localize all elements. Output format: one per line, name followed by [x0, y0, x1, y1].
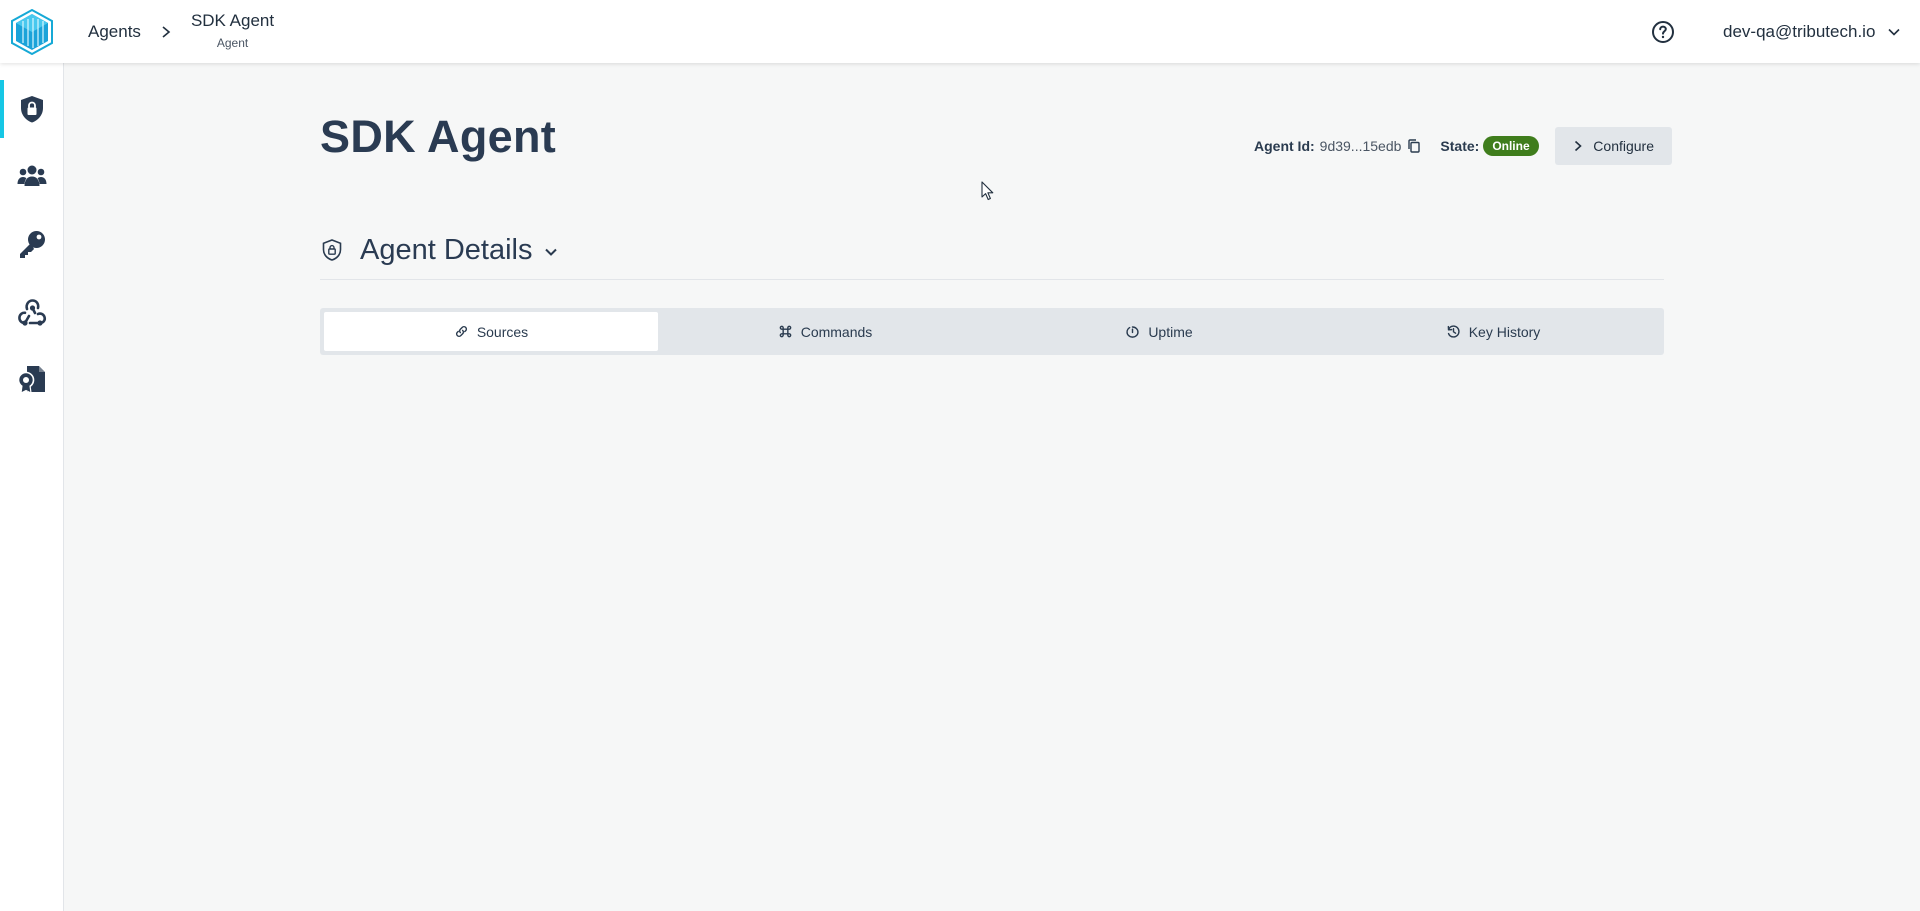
users-icon [17, 165, 46, 186]
copy-icon[interactable] [1406, 138, 1422, 154]
sidebar [0, 63, 64, 911]
tab-sources-label: Sources [476, 323, 529, 340]
state-badge: Online [1483, 136, 1539, 156]
sidebar-item-agents[interactable] [0, 80, 63, 138]
help-circle-icon[interactable] [1651, 20, 1675, 44]
breadcrumb-current-subtitle: Agent [216, 36, 249, 50]
tab-uptime[interactable]: Uptime [992, 312, 1326, 351]
history-icon [1447, 325, 1460, 338]
sidebar-item-keys[interactable] [0, 215, 63, 273]
command-icon [779, 325, 792, 338]
power-icon [1126, 326, 1139, 338]
mouse-cursor-icon [981, 181, 994, 201]
section-title[interactable]: Agent Details [360, 234, 533, 267]
link-icon [455, 325, 467, 338]
tab-sources[interactable]: Sources [324, 312, 658, 351]
chevron-right-icon [1575, 140, 1582, 152]
webhook-icon [17, 299, 46, 326]
tab-key-history-label: Key History [1468, 323, 1541, 340]
tributech-logo-icon[interactable] [9, 9, 55, 55]
agent-tabs: Sources Commands Uptime Key History [320, 308, 1664, 355]
top-header: Agents SDK Agent Agent dev-qa@tributech.… [0, 0, 1920, 63]
state-label: State: [1440, 138, 1480, 154]
chevron-right-icon [162, 25, 171, 38]
chevron-down-icon[interactable] [543, 244, 559, 260]
tab-commands-label: Commands [800, 323, 873, 340]
breadcrumb-current-title: SDK Agent [190, 11, 275, 30]
shield-lock-outline-icon [322, 239, 342, 261]
agent-meta: Agent Id: 9d39...15edb State: Online Con… [1254, 127, 1672, 165]
tab-uptime-label: Uptime [1148, 323, 1193, 340]
key-icon [19, 231, 45, 258]
agent-details-header: Agent Details [320, 234, 1664, 280]
sidebar-item-webhooks[interactable] [0, 283, 63, 341]
breadcrumb-agents-link[interactable]: Agents [88, 22, 141, 42]
chevron-down-icon [1888, 28, 1900, 36]
shield-lock-icon [20, 96, 43, 123]
configure-button[interactable]: Configure [1554, 127, 1672, 165]
sidebar-item-users[interactable] [0, 147, 63, 205]
agent-id-label: Agent Id: [1254, 138, 1315, 154]
tab-key-history[interactable]: Key History [1326, 312, 1660, 351]
certificate-file-icon [17, 366, 45, 395]
agent-id-value: 9d39...15edb [1319, 138, 1402, 154]
breadcrumb: Agents SDK Agent Agent [88, 0, 274, 63]
page-title: SDK Agent [320, 111, 557, 162]
user-email: dev-qa@tributech.io [1723, 21, 1876, 41]
tab-commands[interactable]: Commands [658, 312, 992, 351]
configure-button-label: Configure [1593, 138, 1654, 154]
sidebar-item-certificates[interactable] [0, 350, 63, 408]
breadcrumb-current: SDK Agent Agent [191, 11, 274, 50]
user-menu[interactable]: dev-qa@tributech.io [1723, 0, 1901, 63]
